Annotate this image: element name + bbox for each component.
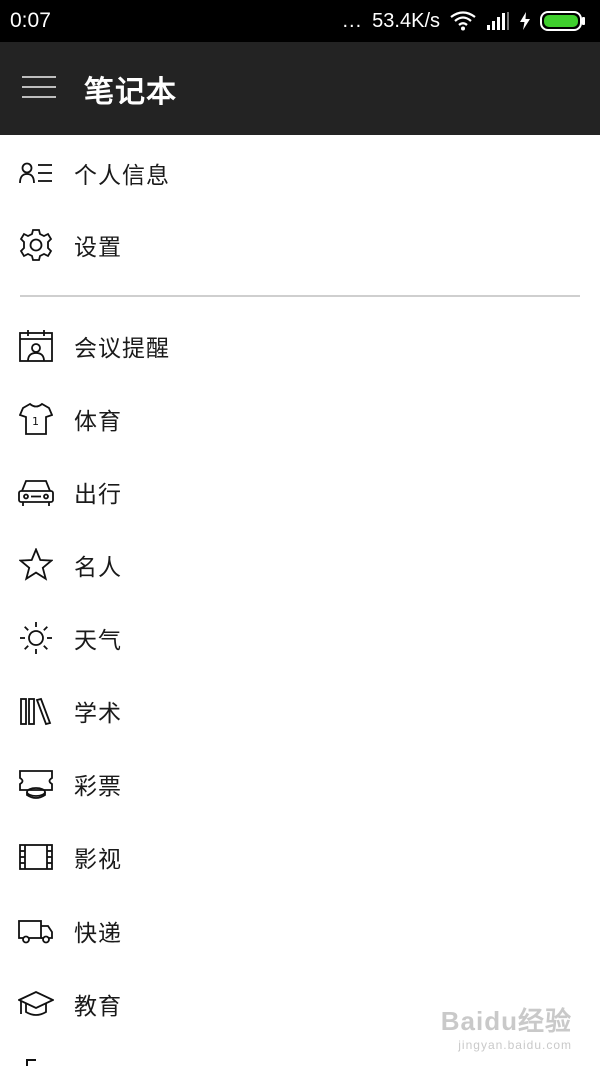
wifi-icon <box>450 11 476 31</box>
drawer-item-express[interactable]: 快递 <box>0 901 600 961</box>
jersey-icon: 1 <box>18 401 54 437</box>
watermark-logo: Baidu经验 <box>440 1006 572 1036</box>
drawer-item-academic[interactable]: 学术 <box>0 681 600 741</box>
signal-icon <box>486 11 510 31</box>
status-time: 0:07 <box>10 9 51 32</box>
books-icon <box>18 693 54 729</box>
charging-icon <box>520 12 530 30</box>
drawer-item-label: 天气 <box>74 628 122 654</box>
watermark: Baidu经验 jingyan.baidu.com <box>441 1001 572 1052</box>
profile-list-icon <box>18 155 54 191</box>
film-icon <box>18 839 54 875</box>
drawer-item-label: 影视 <box>74 847 122 873</box>
drawer-divider <box>20 295 580 297</box>
sun-icon <box>18 620 54 656</box>
ticket-icon <box>18 766 54 802</box>
svg-text:1: 1 <box>32 415 39 428</box>
drawer-item-label: 会议提醒 <box>74 336 170 362</box>
car-icon <box>18 474 54 510</box>
truck-icon <box>18 913 54 949</box>
drawer-item-celebrity[interactable]: 名人 <box>0 535 600 595</box>
app-title: 笔记本 <box>84 74 177 110</box>
drawer-item-weather[interactable]: 天气 <box>0 608 600 668</box>
drawer-item-profile[interactable]: 个人信息 <box>0 143 600 203</box>
app-bar: 笔记本 <box>0 42 600 135</box>
drawer-item-meeting-reminder[interactable]: 会议提醒 <box>0 316 600 376</box>
graduation-cap-icon <box>18 986 54 1022</box>
star-icon <box>18 547 54 583</box>
drawer-item-travel[interactable]: 出行 <box>0 462 600 522</box>
drawer-item-label: 学术 <box>74 701 122 727</box>
drawer-item-lottery[interactable]: 彩票 <box>0 754 600 814</box>
drawer-item-label: 彩票 <box>74 774 122 800</box>
status-bar: 0:07 ... 53.4K/s <box>0 0 600 42</box>
meeting-calendar-icon <box>18 328 54 364</box>
drawer-item-sports[interactable]: 1 体育 <box>0 389 600 449</box>
drawer-item-label: 快递 <box>74 921 122 947</box>
drawer-item-label: 个人信息 <box>74 163 170 189</box>
drawer-item-settings[interactable]: 设置 <box>0 215 600 275</box>
drawer-item-label: 教育 <box>74 994 122 1020</box>
drawer-item-movies[interactable]: 影视 <box>0 827 600 887</box>
drawer-item-label: 出行 <box>74 482 122 508</box>
drawer-item-label: 体育 <box>74 409 122 435</box>
status-right: ... 53.4K/s <box>343 10 587 33</box>
drawer-item-label: 设置 <box>74 235 122 261</box>
watermark-url: jingyan.baidu.com <box>458 1038 572 1052</box>
more-notifications-indicator: ... <box>342 9 363 32</box>
hamburger-menu-icon <box>22 75 58 103</box>
battery-icon <box>540 10 586 32</box>
next-item-icon-partial <box>26 1059 36 1066</box>
menu-button[interactable] <box>0 42 80 135</box>
drawer-item-label: 名人 <box>74 555 122 581</box>
network-speed: 53.4K/s <box>372 9 440 32</box>
gear-icon <box>18 227 54 263</box>
